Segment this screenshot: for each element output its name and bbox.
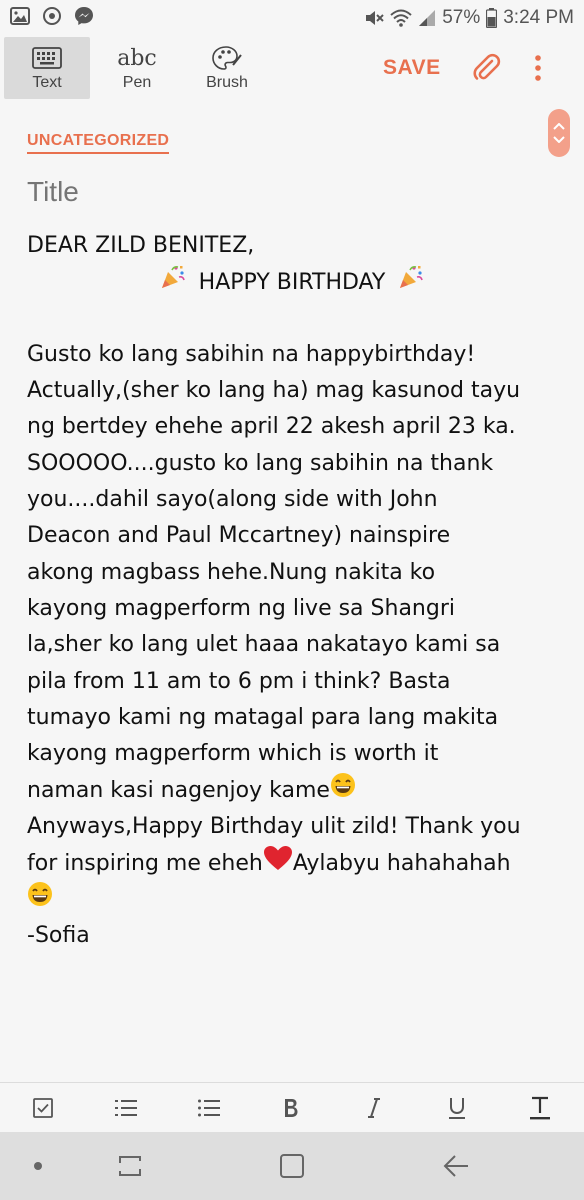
pen-mode-label: Pen [122, 74, 152, 91]
birthday-heading: HAPPY BIRTHDAY [198, 270, 386, 296]
bold-icon[interactable] [276, 1093, 306, 1123]
wifi-icon [390, 9, 412, 27]
italic-icon[interactable] [359, 1093, 389, 1123]
note-line: ng bertdey ehehe april 22 akesh april 23… [27, 414, 516, 440]
clock: 3:24 PM [503, 7, 574, 28]
note-line-signature: -Sofia [27, 922, 90, 948]
note-line-text: Aylabyu hahahahah [292, 851, 511, 877]
battery-icon [486, 8, 498, 28]
nav-dot-icon[interactable] [22, 1150, 54, 1182]
brush-mode-label: Brush [206, 74, 248, 91]
status-bar: 57% 3:24 PM [0, 0, 584, 36]
text-mode-button[interactable]: Text [4, 37, 90, 99]
messenger-notification-icon [74, 6, 94, 30]
title-input[interactable] [27, 176, 527, 208]
note-line: Actually,(sher ko lang ha) mag kasunod t… [27, 378, 521, 404]
text-mode-label: Text [32, 74, 62, 91]
category-selector[interactable]: UNCATEGORIZED [27, 132, 170, 154]
bullet-list-icon[interactable] [194, 1093, 224, 1123]
underline-icon[interactable] [442, 1093, 472, 1123]
chevron-down-icon [553, 136, 565, 143]
sync-notification-icon [42, 6, 62, 30]
scroll-handle[interactable] [548, 109, 570, 157]
back-icon[interactable] [440, 1150, 472, 1182]
attach-icon[interactable] [470, 52, 502, 88]
grinning-face-icon [27, 881, 53, 919]
note-line-with-emoji: for inspiring me eheh Aylabyu hahahahah [27, 845, 557, 881]
recent-apps-icon[interactable] [114, 1150, 146, 1182]
grinning-face-icon [330, 772, 356, 810]
note-line: SOOOOO....gusto ko lang sabihin na thank [27, 450, 494, 476]
note-line: DEAR ZILD BENITEZ, [27, 233, 255, 258]
note-line: Anyways,Happy Birthday ulit zild! Thank … [27, 813, 521, 839]
note-line: you....dahil sayo(along side with John [27, 487, 438, 513]
mute-icon [364, 8, 384, 28]
note-line: pila from 11 am to 6 pm i think? Basta [27, 668, 451, 694]
more-options-icon[interactable] [530, 52, 546, 88]
party-popper-icon [398, 264, 424, 302]
note-body[interactable]: DEAR ZILD BENITEZ, HAPPY BIRTHDAY Gusto … [27, 228, 557, 954]
red-heart-icon [263, 845, 293, 883]
chevron-up-icon [553, 123, 565, 130]
note-line [27, 301, 557, 337]
note-line-with-emoji: naman kasi nagenjoy kame [27, 772, 557, 808]
signal-icon [418, 9, 436, 27]
note-line: kayong magperform which is worth it [27, 741, 439, 767]
note-line: kayong magperform ng live sa Shangri [27, 595, 455, 621]
note-line: Deacon and Paul Mccartney) nainspire [27, 523, 451, 549]
note-line-text: for inspiring me eheh [27, 851, 263, 877]
home-icon[interactable] [276, 1150, 308, 1182]
checkbox-icon[interactable] [28, 1093, 58, 1123]
note-line: akong magbass hehe.Nung nakita ko [27, 559, 436, 585]
numbered-list-icon[interactable] [111, 1093, 141, 1123]
keyboard-icon [32, 44, 62, 72]
note-line: Gusto ko lang sabihin na happybirthday! [27, 341, 476, 367]
note-line: tumayo kami ng matagal para lang makita [27, 704, 499, 730]
brush-mode-button[interactable]: Brush [184, 37, 270, 99]
text-style-icon[interactable] [525, 1093, 555, 1123]
palette-icon [212, 44, 242, 72]
save-button[interactable]: SAVE [383, 56, 441, 80]
note-line: la,sher ko lang ulet haaa nakatayo kami … [27, 632, 501, 658]
pen-mode-button[interactable]: abc Pen [94, 37, 180, 99]
note-line-text: naman kasi nagenjoy kame [27, 778, 330, 804]
gallery-notification-icon [10, 7, 30, 29]
format-toolbar [0, 1082, 584, 1132]
system-navigation-bar [0, 1132, 584, 1200]
note-line-birthday: HAPPY BIRTHDAY [27, 264, 557, 300]
note-line-emoji-only [27, 881, 557, 917]
abc-icon: abc [117, 45, 157, 71]
party-popper-icon [160, 264, 186, 302]
battery-percent: 57% [442, 7, 481, 28]
note-toolbar: Text abc Pen Brush SAVE [0, 36, 584, 100]
